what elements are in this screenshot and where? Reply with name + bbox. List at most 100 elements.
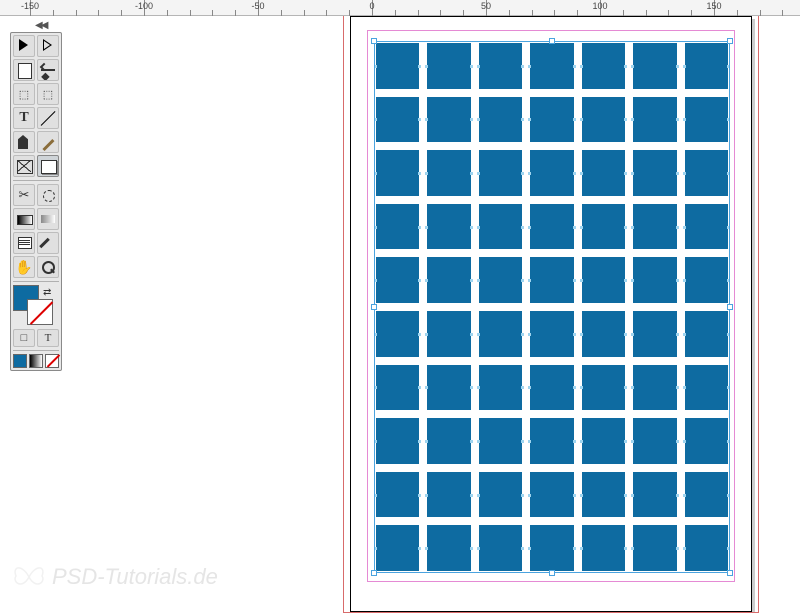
zoom-tool[interactable] (37, 256, 59, 278)
document-canvas[interactable] (70, 16, 800, 600)
rectangle-frame[interactable] (633, 472, 676, 518)
rectangle-frame[interactable] (479, 472, 522, 518)
rectangle-frame[interactable] (633, 204, 676, 250)
rectangle-frame[interactable] (427, 311, 470, 357)
rectangle-frame[interactable] (530, 257, 573, 303)
rectangle-frame[interactable] (633, 525, 676, 571)
rectangle-frame[interactable] (582, 204, 625, 250)
format-container-button[interactable]: □ (13, 329, 35, 347)
rectangle-frame[interactable] (427, 43, 470, 89)
fill-stroke-swatches[interactable]: ⇄ (13, 285, 59, 327)
apply-gradient-swatch[interactable] (29, 354, 43, 368)
rectangle-frame[interactable] (582, 150, 625, 196)
rectangle-frame[interactable] (582, 472, 625, 518)
apply-none-swatch[interactable] (45, 354, 59, 368)
rectangle-frame[interactable] (685, 43, 728, 89)
rectangle-frame[interactable] (376, 525, 419, 571)
rectangle-frame[interactable] (633, 418, 676, 464)
rectangle-frame[interactable] (376, 365, 419, 411)
content-placer-tool[interactable]: ⬚ (37, 83, 59, 105)
rectangle-frame[interactable] (427, 150, 470, 196)
selection-tool[interactable] (13, 35, 35, 57)
rectangle-frame[interactable] (633, 311, 676, 357)
rectangle-frame[interactable] (427, 525, 470, 571)
rectangle-frame[interactable] (376, 150, 419, 196)
rectangle-frame[interactable] (479, 97, 522, 143)
rectangle-frame[interactable] (685, 204, 728, 250)
rectangle-frame[interactable] (479, 43, 522, 89)
rectangle-frame[interactable] (427, 257, 470, 303)
gradient-feather-tool[interactable] (37, 208, 59, 230)
rectangle-frame[interactable] (376, 311, 419, 357)
rectangle-frame[interactable] (376, 257, 419, 303)
rectangle-frame[interactable] (685, 365, 728, 411)
rectangle-frame[interactable] (479, 418, 522, 464)
eyedropper-tool[interactable] (37, 232, 59, 254)
free-transform-tool[interactable] (37, 184, 59, 206)
rectangle-tool[interactable] (37, 155, 59, 177)
pen-tool[interactable] (13, 131, 35, 153)
gradient-swatch-tool[interactable] (13, 208, 35, 230)
scissors-tool[interactable]: ✂ (13, 184, 35, 206)
rectangle-frame[interactable] (479, 204, 522, 250)
rectangle-frame[interactable] (530, 97, 573, 143)
rectangle-frame[interactable] (582, 97, 625, 143)
rectangle-frame[interactable] (530, 418, 573, 464)
page-tool[interactable] (13, 59, 35, 81)
rectangle-frame[interactable] (479, 257, 522, 303)
rectangle-frame[interactable] (582, 257, 625, 303)
gap-tool[interactable] (37, 59, 59, 81)
note-tool[interactable] (13, 232, 35, 254)
apply-color-swatch[interactable] (13, 354, 27, 368)
rectangle-grid[interactable] (376, 43, 728, 571)
type-tool[interactable]: T (13, 107, 35, 129)
rectangle-frame[interactable] (376, 418, 419, 464)
rectangle-frame[interactable] (633, 365, 676, 411)
rectangle-frame[interactable] (376, 97, 419, 143)
rectangle-frame[interactable] (685, 311, 728, 357)
rectangle-frame[interactable] (685, 257, 728, 303)
hand-tool[interactable]: ✋ (13, 256, 35, 278)
rectangle-frame[interactable] (530, 150, 573, 196)
rectangle-frame[interactable] (582, 525, 625, 571)
content-collector-tool[interactable]: ⬚ (13, 83, 35, 105)
direct-selection-tool[interactable] (37, 35, 59, 57)
line-tool[interactable] (37, 107, 59, 129)
rectangle-frame[interactable] (530, 204, 573, 250)
rectangle-frame[interactable] (479, 365, 522, 411)
rectangle-frame[interactable] (633, 97, 676, 143)
rectangle-frame-tool[interactable] (13, 155, 35, 177)
rectangle-frame[interactable] (427, 97, 470, 143)
stroke-swatch[interactable] (27, 299, 53, 325)
rectangle-frame[interactable] (427, 472, 470, 518)
rectangle-frame[interactable] (633, 43, 676, 89)
rectangle-frame[interactable] (479, 311, 522, 357)
panel-collapse-icon[interactable]: ◀◀ (35, 20, 46, 31)
rectangle-frame[interactable] (685, 472, 728, 518)
rectangle-frame[interactable] (427, 365, 470, 411)
rectangle-frame[interactable] (530, 365, 573, 411)
rectangle-frame[interactable] (427, 418, 470, 464)
pencil-tool[interactable] (37, 131, 59, 153)
rectangle-frame[interactable] (530, 43, 573, 89)
rectangle-frame[interactable] (582, 311, 625, 357)
rectangle-frame[interactable] (685, 418, 728, 464)
rectangle-frame[interactable] (376, 43, 419, 89)
rectangle-frame[interactable] (376, 204, 419, 250)
rectangle-frame[interactable] (479, 525, 522, 571)
rectangle-frame[interactable] (582, 365, 625, 411)
rectangle-frame[interactable] (582, 43, 625, 89)
rectangle-frame[interactable] (530, 311, 573, 357)
rectangle-frame[interactable] (479, 150, 522, 196)
rectangle-frame[interactable] (376, 472, 419, 518)
rectangle-frame[interactable] (530, 472, 573, 518)
rectangle-frame[interactable] (685, 150, 728, 196)
rectangle-frame[interactable] (685, 97, 728, 143)
rectangle-frame[interactable] (530, 525, 573, 571)
rectangle-frame[interactable] (427, 204, 470, 250)
rectangle-frame[interactable] (633, 150, 676, 196)
rectangle-frame[interactable] (633, 257, 676, 303)
rectangle-frame[interactable] (582, 418, 625, 464)
rectangle-frame[interactable] (685, 525, 728, 571)
format-text-button[interactable]: T (37, 329, 59, 347)
